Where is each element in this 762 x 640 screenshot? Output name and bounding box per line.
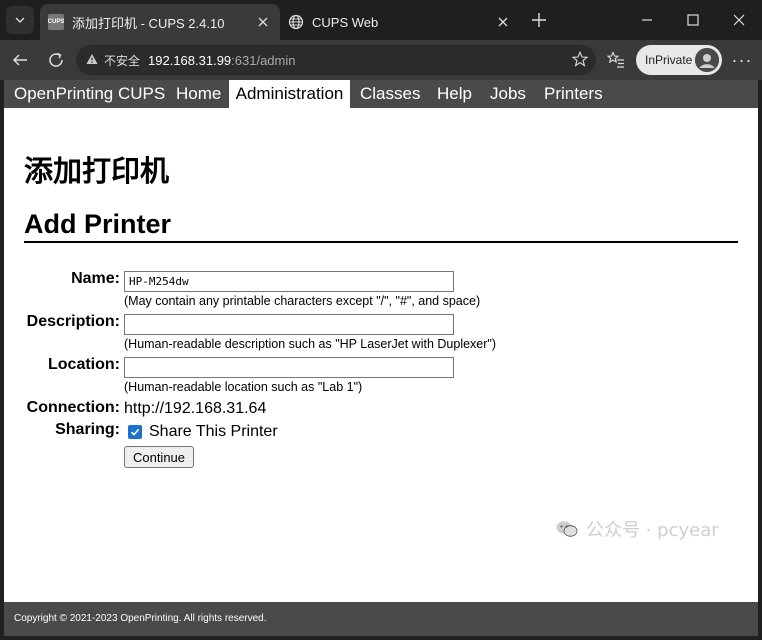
page-content: OpenPrinting CUPS Home Administration Cl… xyxy=(4,80,758,636)
chevron-down-icon xyxy=(15,17,25,23)
nav-home[interactable]: Home xyxy=(176,80,221,108)
tab-actions-button[interactable] xyxy=(6,6,34,34)
sharing-label: Sharing: xyxy=(55,421,120,438)
inprivate-profile-button[interactable]: InPrivate xyxy=(636,45,722,75)
url-host: 192.168.31.99 xyxy=(148,52,232,68)
wechat-icon xyxy=(556,521,578,537)
tab-title: 添加打印机 - CUPS 2.4.10 xyxy=(72,15,225,31)
minimize-button[interactable] xyxy=(624,0,670,40)
browser-toolbar: 不安全 192.168.31.99 :631/admin InPrivate ·… xyxy=(0,40,762,80)
connection-value: http://192.168.31.64 xyxy=(124,400,267,417)
tab-cups-web[interactable]: CUPS Web xyxy=(280,4,520,40)
name-label: Name: xyxy=(71,270,120,287)
add-favorite-button[interactable] xyxy=(571,50,589,70)
close-icon[interactable] xyxy=(494,13,512,31)
checkmark-icon xyxy=(130,428,140,436)
nav-jobs[interactable]: Jobs xyxy=(490,80,526,108)
nav-classes[interactable]: Classes xyxy=(360,80,420,108)
title-divider xyxy=(24,241,738,243)
nav-administration[interactable]: Administration xyxy=(229,80,350,108)
star-icon xyxy=(571,50,589,67)
close-icon xyxy=(733,14,745,26)
cups-icon: CUPS xyxy=(48,14,64,30)
refresh-button[interactable] xyxy=(42,46,70,74)
tab-strip: CUPS 添加打印机 - CUPS 2.4.10 CUPS Web xyxy=(0,0,762,40)
share-printer-label[interactable]: Share This Printer xyxy=(149,423,278,441)
tab-cups-add-printer[interactable]: CUPS 添加打印机 - CUPS 2.4.10 xyxy=(40,4,280,40)
security-label[interactable]: 不安全 xyxy=(104,52,140,69)
back-button[interactable] xyxy=(6,46,34,74)
page-title-chinese: 添加打印机 xyxy=(24,154,170,188)
address-bar[interactable]: 不安全 192.168.31.99 :631/admin xyxy=(76,45,596,75)
connection-label: Connection: xyxy=(26,399,120,416)
back-arrow-icon xyxy=(12,54,27,66)
nav-printers[interactable]: Printers xyxy=(544,80,603,108)
minimize-icon xyxy=(642,19,652,21)
nav-help[interactable]: Help xyxy=(437,80,472,108)
nav-openprinting-cups[interactable]: OpenPrinting CUPS xyxy=(14,80,165,108)
avatar xyxy=(695,48,719,72)
continue-button[interactable]: Continue xyxy=(124,446,194,468)
globe-icon xyxy=(288,14,304,30)
cups-navbar: OpenPrinting CUPS Home Administration Cl… xyxy=(4,80,758,108)
location-input[interactable] xyxy=(124,357,454,378)
share-printer-checkbox[interactable] xyxy=(128,425,142,439)
tab-title: CUPS Web xyxy=(312,14,379,30)
close-icon[interactable] xyxy=(254,13,272,31)
warning-icon[interactable] xyxy=(86,53,98,68)
watermark-text: 公众号 · pcyear xyxy=(586,520,719,541)
name-input[interactable] xyxy=(124,271,454,292)
cups-footer: Copyright © 2021-2023 OpenPrinting. All … xyxy=(4,602,758,636)
description-input[interactable] xyxy=(124,314,454,335)
name-hint: (May contain any printable characters ex… xyxy=(124,294,481,308)
description-label: Description: xyxy=(26,313,120,330)
new-tab-button[interactable] xyxy=(527,8,551,32)
description-hint: (Human-readable description such as "HP … xyxy=(124,337,497,351)
location-label: Location: xyxy=(48,356,120,373)
more-options-button[interactable]: ··· xyxy=(728,46,756,74)
inprivate-label: InPrivate xyxy=(645,53,693,67)
refresh-icon xyxy=(49,52,63,67)
plus-icon xyxy=(532,13,546,27)
maximize-button[interactable] xyxy=(670,0,716,40)
favorites-button[interactable] xyxy=(602,46,630,74)
watermark: 公众号 · pcyear xyxy=(556,518,719,541)
ellipsis-icon: ··· xyxy=(731,49,753,70)
favorites-list-icon xyxy=(607,51,624,68)
copyright-text: Copyright © 2021-2023 OpenPrinting. All … xyxy=(14,613,267,624)
location-hint: (Human-readable location such as "Lab 1"… xyxy=(124,380,363,394)
page-title: Add Printer xyxy=(24,209,172,239)
maximize-icon xyxy=(687,14,699,26)
url-path: :631/admin xyxy=(231,52,296,68)
close-window-button[interactable] xyxy=(716,0,762,40)
